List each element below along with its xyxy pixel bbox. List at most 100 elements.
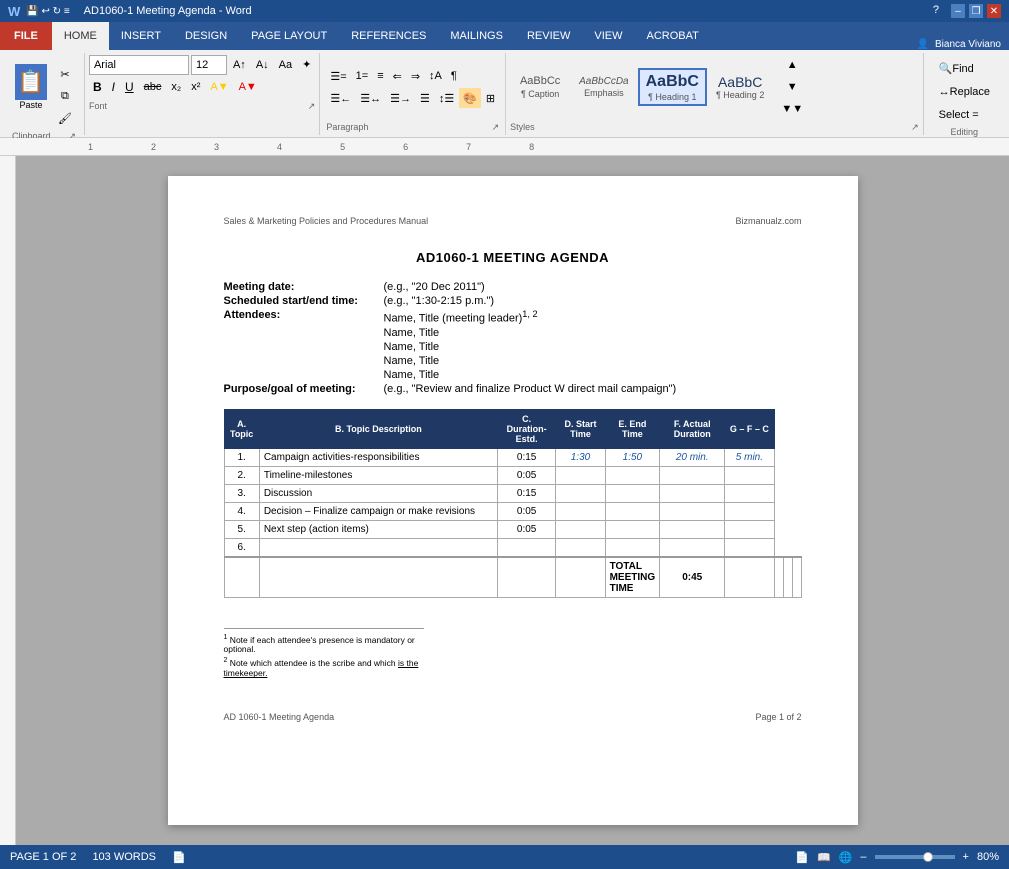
clear-format-button[interactable]: ✦: [298, 55, 315, 75]
meeting-row-attendees: Attendees: Name, Title (meeting leader)1…: [224, 309, 802, 325]
underline-button[interactable]: U: [121, 77, 138, 97]
tab-acrobat[interactable]: ACROBAT: [634, 22, 710, 50]
justify-button[interactable]: ☰: [416, 88, 434, 108]
table-cell-actual: [660, 484, 725, 502]
table-header-row: A. Topic B. Topic Description C. Duratio…: [224, 409, 801, 448]
meeting-row-time: Scheduled start/end time: (e.g., "1:30-2…: [224, 295, 802, 307]
zoom-minus-button[interactable]: –: [860, 851, 866, 863]
attendees-value2: Name, Title: [384, 327, 440, 339]
align-right-button[interactable]: ☰→: [386, 88, 415, 108]
ruler-numbers: 12345678: [88, 142, 534, 152]
line-spacing-button[interactable]: ↕☰: [435, 88, 458, 108]
align-center-button[interactable]: ☰↔: [356, 88, 385, 108]
multilevel-list-button[interactable]: ≡: [373, 66, 387, 86]
borders-button[interactable]: ⊞: [482, 88, 499, 108]
doc-area[interactable]: Sales & Marketing Policies and Procedure…: [16, 156, 1009, 845]
view-web-icon[interactable]: 🌐: [839, 851, 853, 864]
styles-gallery: AaBbCc ¶ Caption AaBbCcDa Emphasis AaBbC…: [510, 55, 919, 120]
table-cell-desc: Next step (action items): [259, 520, 497, 538]
restore-button[interactable]: ❐: [969, 4, 983, 18]
para-expand[interactable]: ↗: [492, 122, 500, 133]
cut-button[interactable]: ✂: [54, 65, 76, 85]
purpose-value: (e.g., "Review and finalize Product W di…: [384, 383, 677, 395]
style-caption[interactable]: AaBbCc ¶ Caption: [510, 72, 570, 101]
tab-mailings[interactable]: MAILINGS: [438, 22, 515, 50]
style-emphasis[interactable]: AaBbCcDa Emphasis: [572, 73, 635, 101]
styles-scroll-down[interactable]: ▼: [777, 77, 807, 97]
shrink-font-button[interactable]: A↓: [252, 55, 273, 75]
vertical-ruler: [0, 156, 16, 845]
document-page[interactable]: Sales & Marketing Policies and Procedure…: [168, 176, 858, 825]
tab-review[interactable]: REVIEW: [515, 22, 582, 50]
table-cell-num: 5.: [224, 520, 259, 538]
grow-font-button[interactable]: A↑: [229, 55, 250, 75]
font-label: Font↗: [89, 101, 315, 112]
view-reading-icon[interactable]: 📖: [817, 851, 831, 864]
word-count-icon[interactable]: 📄: [172, 851, 186, 864]
bold-button[interactable]: B: [89, 77, 106, 97]
table-cell-calc: [725, 502, 774, 520]
footnote-1: 1 Note if each attendee's presence is ma…: [224, 633, 424, 655]
tab-references[interactable]: REFERENCES: [339, 22, 438, 50]
tab-file[interactable]: FILE: [0, 22, 52, 50]
tab-page-layout[interactable]: PAGE LAYOUT: [239, 22, 339, 50]
decrease-indent-button[interactable]: ⇐: [389, 66, 406, 86]
find-button[interactable]: 🔍 Find: [932, 59, 997, 79]
font-color-button[interactable]: A▼: [235, 77, 261, 97]
tab-view[interactable]: VIEW: [582, 22, 634, 50]
font-name-input[interactable]: [89, 55, 189, 75]
styles-expand[interactable]: ↗: [911, 122, 919, 133]
font-row1: A↑ A↓ Aa ✦: [89, 55, 315, 75]
font-size-input[interactable]: [191, 55, 227, 75]
superscript-button[interactable]: x²: [187, 77, 204, 97]
numbering-button[interactable]: 1=: [352, 66, 373, 86]
ribbon: 📋 Paste ✂ ⧉ 🖌 Clipboard ↗ A↑ A↓ Aa ✦: [0, 50, 1009, 138]
format-painter-button[interactable]: 🖌: [54, 109, 76, 129]
status-right: 📄 📖 🌐 – + 80%: [795, 851, 999, 864]
minimize-button[interactable]: –: [951, 4, 965, 18]
editing-label: Editing: [932, 127, 997, 137]
shading-button[interactable]: 🎨: [459, 88, 481, 108]
status-left: PAGE 1 OF 2 103 WORDS 📄: [10, 851, 186, 864]
table-cell-start: [556, 466, 605, 484]
table-row: 2.Timeline-milestones0:05: [224, 466, 801, 484]
style-heading1[interactable]: AaBbC ¶ Heading 1: [638, 68, 707, 105]
align-left-button[interactable]: ☰←: [326, 88, 355, 108]
zoom-plus-button[interactable]: +: [963, 851, 969, 863]
zoom-slider[interactable]: [875, 855, 955, 859]
table-cell-calc: [725, 520, 774, 538]
font-section: A↑ A↓ Aa ✦ B I U abc x₂ x² A▼ A▼ Font↗: [85, 53, 320, 135]
styles-scroll-up[interactable]: ▲: [777, 55, 807, 75]
tab-design[interactable]: DESIGN: [173, 22, 239, 50]
help-icon[interactable]: ?: [933, 4, 939, 18]
attendees-empty2: [224, 341, 384, 353]
subscript-button[interactable]: x₂: [167, 77, 185, 97]
tab-home[interactable]: HOME: [52, 22, 109, 50]
table-cell-start: [556, 538, 605, 557]
font-expand[interactable]: ↗: [308, 101, 316, 112]
copy-button[interactable]: ⧉: [54, 87, 76, 107]
close-button[interactable]: ✕: [987, 4, 1001, 18]
view-normal-icon[interactable]: 📄: [795, 851, 809, 864]
replace-button[interactable]: ↔ Replace: [932, 82, 997, 102]
doc-header: Sales & Marketing Policies and Procedure…: [224, 216, 802, 230]
paste-button[interactable]: 📋 Paste: [12, 61, 50, 113]
increase-indent-button[interactable]: ⇒: [407, 66, 424, 86]
sort-button[interactable]: ↕A: [425, 66, 446, 86]
strikethrough-button[interactable]: abc: [140, 77, 166, 97]
style-heading2[interactable]: AaBbC ¶ Heading 2: [709, 71, 771, 104]
ribbon-tabs: FILE HOME INSERT DESIGN PAGE LAYOUT REFE…: [0, 22, 1009, 50]
col-f-header: F. Actual Duration: [660, 409, 725, 448]
paste-icon: 📋: [15, 64, 47, 100]
tab-insert[interactable]: INSERT: [109, 22, 173, 50]
show-para-button[interactable]: ¶: [447, 66, 461, 86]
italic-button[interactable]: I: [108, 77, 119, 97]
select-button[interactable]: Select =: [932, 105, 997, 125]
change-case-button[interactable]: Aa: [275, 55, 296, 75]
meeting-time-label: Scheduled start/end time:: [224, 295, 384, 307]
text-highlight-button[interactable]: A▼: [206, 77, 232, 97]
meeting-row-att4: Name, Title: [224, 355, 802, 367]
bullets-button[interactable]: ☰=: [326, 66, 350, 86]
table-cell-actual: [660, 538, 725, 557]
styles-more[interactable]: ▼▼: [777, 99, 807, 119]
